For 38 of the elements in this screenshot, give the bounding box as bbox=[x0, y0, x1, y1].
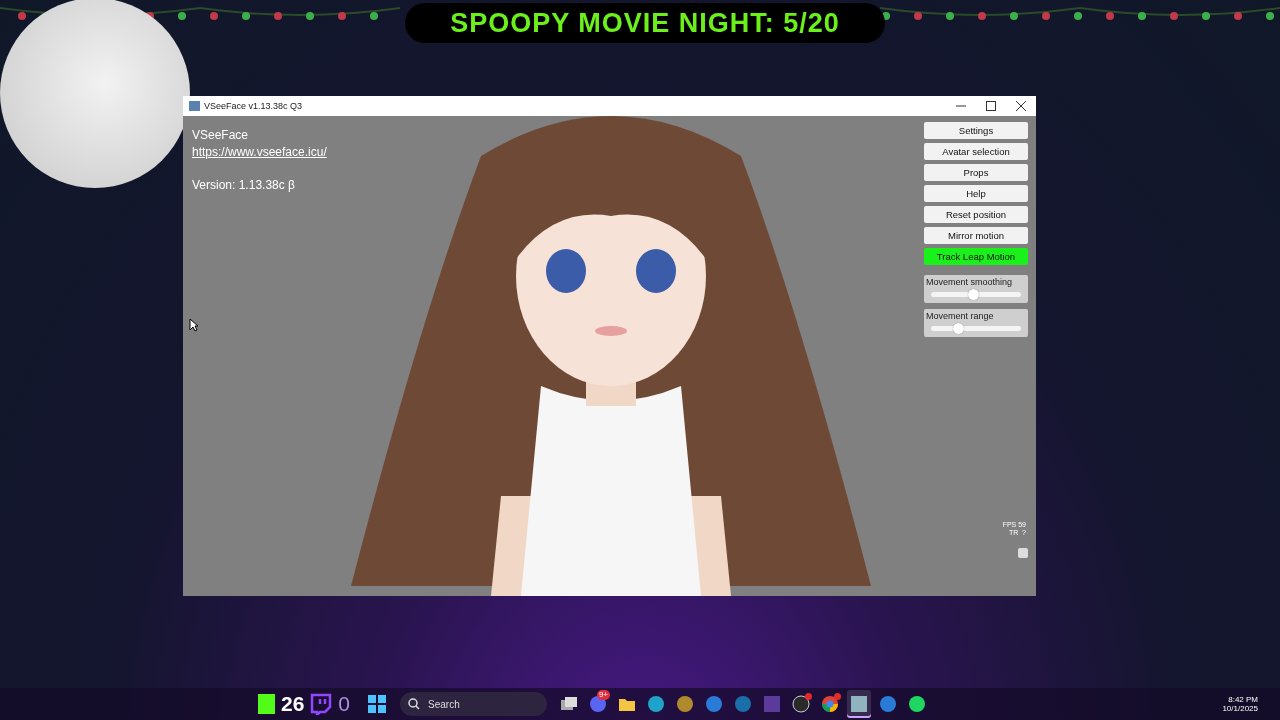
start-icon[interactable] bbox=[368, 695, 387, 713]
clock-date: 10/1/2025 bbox=[1222, 704, 1258, 713]
search-icon bbox=[408, 698, 421, 710]
menu-button[interactable]: Help bbox=[924, 185, 1028, 202]
menu-button[interactable]: Avatar selection bbox=[924, 143, 1028, 160]
taskbar-app-button[interactable] bbox=[847, 690, 872, 718]
round-logo-icon bbox=[879, 695, 898, 713]
app-logo-icon bbox=[189, 101, 200, 111]
search-field[interactable]: Search bbox=[400, 692, 548, 716]
record-icon bbox=[792, 695, 811, 713]
slider-label: Movement smoothing bbox=[926, 277, 1014, 287]
slider-track[interactable] bbox=[931, 292, 1021, 297]
menu-button[interactable]: Mirror motion bbox=[924, 227, 1028, 244]
task-view-icon bbox=[560, 695, 579, 713]
notification-badge: 9+ bbox=[596, 690, 611, 700]
taskbar-app-button[interactable]: 9+ bbox=[586, 690, 611, 718]
clock-time: 8:42 PM bbox=[1228, 695, 1258, 704]
slider-label: Movement range bbox=[926, 311, 995, 321]
slider-thumb[interactable] bbox=[953, 323, 964, 334]
banner-title: SPOOPY MOVIE NIGHT: 5/20 bbox=[405, 3, 885, 43]
maximize-icon bbox=[986, 101, 996, 111]
menu-button[interactable]: Settings bbox=[924, 122, 1028, 139]
version-text: Version: 1.13.38c β bbox=[192, 178, 296, 192]
window-title: VSeeFace v1.13.38c Q3 bbox=[204, 101, 304, 111]
menu-button[interactable]: Props bbox=[924, 164, 1028, 181]
chat-bubble-icon bbox=[310, 693, 333, 715]
follower-count: 26 bbox=[281, 692, 305, 716]
browser-icon bbox=[821, 695, 840, 713]
menu-button[interactable]: Reset position bbox=[924, 206, 1028, 223]
viewer-count: 0 bbox=[338, 692, 351, 716]
cursor-icon bbox=[189, 318, 199, 332]
slider-thumb[interactable] bbox=[968, 289, 980, 300]
coin-icon bbox=[676, 695, 695, 713]
website-link[interactable]: https://www.vseeface.icu/ bbox=[192, 145, 442, 159]
app-name: VSeeFace bbox=[192, 128, 250, 142]
menu-button[interactable]: Track Leap Motion bbox=[924, 248, 1028, 265]
round-logo-icon bbox=[705, 695, 724, 713]
slider-track[interactable] bbox=[931, 326, 1021, 331]
